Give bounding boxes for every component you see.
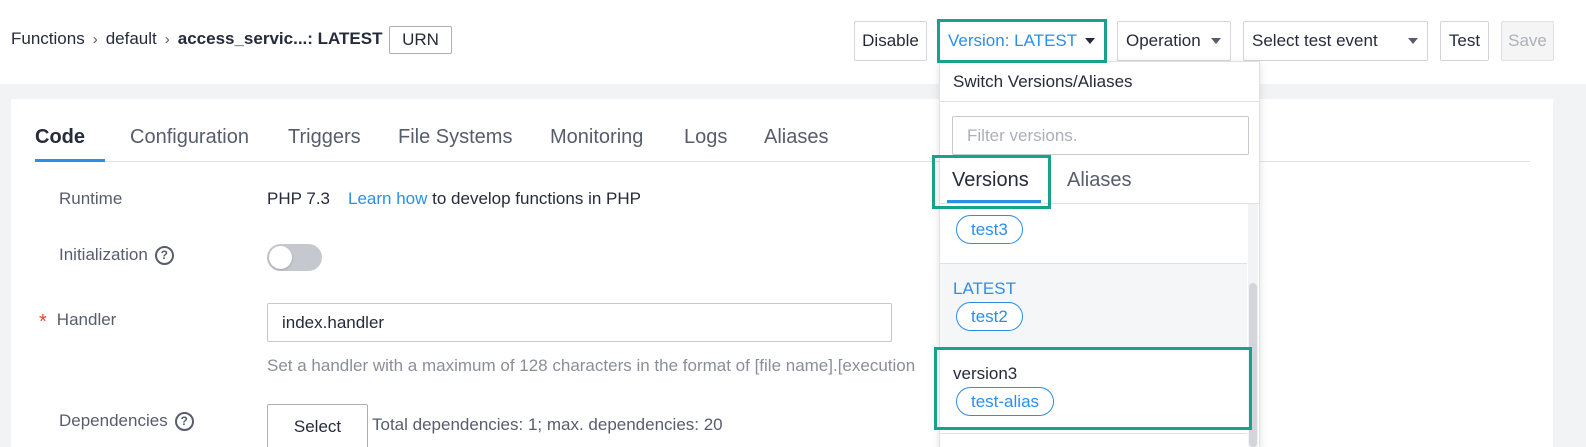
learn-how-link[interactable]: Learn how [348, 189, 427, 208]
chevron-down-icon [1085, 38, 1095, 44]
test-event-select[interactable]: Select test event [1243, 21, 1428, 61]
disable-button[interactable]: Disable [854, 21, 927, 61]
version-list-item[interactable]: test3 [940, 205, 1247, 264]
dependencies-label: Dependencies [59, 411, 168, 430]
dependencies-label-row: Dependencies ? [59, 411, 194, 431]
breadcrumb-separator: › [92, 30, 98, 48]
urn-button[interactable]: URN [389, 26, 452, 54]
breadcrumb-separator: › [164, 30, 170, 48]
handler-label: Handler [56, 309, 117, 329]
version-name: version3 [953, 364, 1018, 383]
handler-label-row: * Handler [39, 308, 117, 334]
function-card: Code Configuration Triggers File Systems… [11, 99, 1553, 447]
active-tab-indicator [947, 200, 1041, 203]
tab-versions[interactable]: Versions [952, 169, 1029, 192]
tab-aliases-dropdown[interactable]: Aliases [1067, 169, 1131, 192]
required-mark: * [39, 311, 47, 333]
chevron-down-icon [1408, 38, 1418, 44]
tab-aliases[interactable]: Aliases [764, 126, 828, 149]
dropdown-title: Switch Versions/Aliases [940, 62, 1259, 102]
help-icon[interactable]: ? [154, 245, 174, 265]
tab-code[interactable]: Code [35, 126, 85, 149]
dropdown-scrollbar-thumb[interactable] [1249, 283, 1257, 447]
initialization-toggle[interactable] [267, 244, 322, 271]
tab-triggers[interactable]: Triggers [288, 126, 361, 149]
save-button[interactable]: Save [1501, 21, 1554, 61]
handler-hint: Set a handler with a maximum of 128 char… [267, 356, 916, 375]
version-list-item[interactable]: version3 test-alias [940, 349, 1247, 434]
runtime-value-row: PHP 7.3 Learn how to develop functions in… [267, 189, 641, 209]
chevron-down-icon [1211, 38, 1221, 44]
dependencies-info: Total dependencies: 1; max. dependencies… [372, 415, 723, 434]
initialization-label-row: Initialization ? [59, 245, 174, 265]
tab-logs[interactable]: Logs [684, 126, 727, 149]
runtime-suffix: to develop functions in PHP [427, 189, 641, 208]
tab-file-systems[interactable]: File Systems [398, 126, 512, 149]
handler-input[interactable]: index.handler [267, 303, 892, 342]
breadcrumb-current: access_servic...: LATEST [177, 29, 383, 48]
tab-configuration[interactable]: Configuration [130, 126, 249, 149]
breadcrumb-item-default[interactable]: default [106, 29, 157, 49]
initialization-label: Initialization [59, 245, 148, 264]
select-dependencies-button[interactable]: Select [267, 404, 368, 447]
runtime-value: PHP 7.3 [267, 189, 331, 208]
active-tab-indicator [35, 159, 105, 162]
version-list: test3 LATEST test2 version3 test-alias [940, 205, 1247, 447]
alias-tag: test-alias [956, 387, 1055, 416]
alias-tag: test3 [956, 215, 1023, 244]
tab-monitoring[interactable]: Monitoring [550, 126, 643, 149]
breadcrumb: Functions › default › access_servic...: … [11, 29, 383, 49]
test-button[interactable]: Test [1440, 21, 1489, 61]
operation-dropdown-label: Operation [1126, 31, 1201, 50]
help-icon[interactable]: ? [174, 411, 194, 431]
version-name: LATEST [953, 279, 1016, 298]
version-dropdown-panel: Switch Versions/Aliases Versions Aliases… [939, 61, 1260, 447]
runtime-label: Runtime [59, 189, 123, 208]
operation-dropdown[interactable]: Operation [1117, 21, 1231, 61]
alias-tag: test2 [956, 302, 1023, 331]
dropdown-tab-bar: Versions Aliases [940, 162, 1259, 204]
tab-bar: Code Configuration Triggers File Systems… [35, 99, 1530, 162]
breadcrumb-item-functions[interactable]: Functions [11, 29, 85, 49]
test-event-select-label: Select test event [1252, 31, 1378, 50]
version-dropdown-label: Version: LATEST [948, 31, 1078, 50]
version-list-item[interactable]: LATEST test2 [940, 264, 1247, 349]
filter-versions-input[interactable] [952, 116, 1249, 155]
top-bar: Functions › default › access_servic...: … [0, 0, 1586, 84]
version-dropdown[interactable]: Version: LATEST [939, 21, 1105, 61]
toggle-knob [269, 246, 292, 269]
